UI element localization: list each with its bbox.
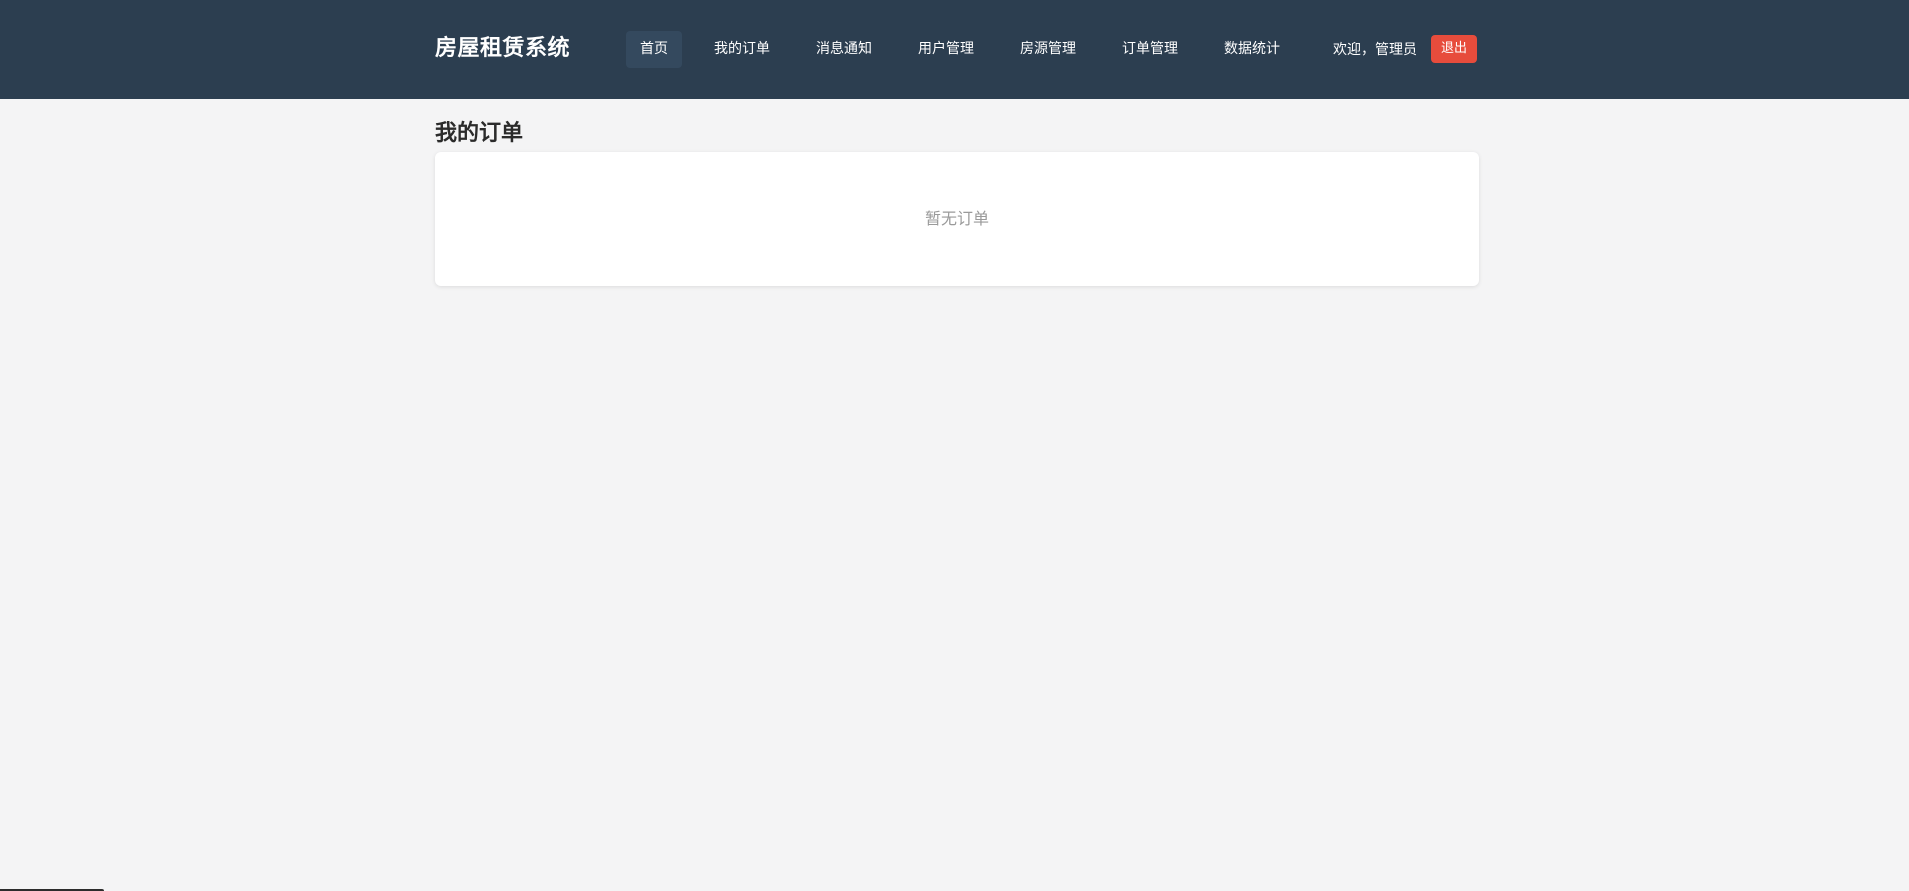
page-title: 我的订单: [435, 121, 524, 146]
main-nav: 首页 我的订单 消息通知 用户管理 房源管理 订单管理 数据统计: [626, 31, 1312, 68]
nav-item-order-management[interactable]: 订单管理: [1108, 31, 1192, 68]
empty-state-text: 暂无订单: [924, 209, 989, 228]
nav-item-statistics[interactable]: 数据统计: [1210, 31, 1294, 68]
user-area: 欢迎，管理员 退出: [1333, 35, 1477, 63]
nav-item-notifications[interactable]: 消息通知: [802, 31, 886, 68]
nav-item-my-orders[interactable]: 我的订单: [700, 31, 784, 68]
welcome-text: 欢迎，管理员: [1333, 42, 1417, 58]
nav-item-home[interactable]: 首页: [626, 31, 682, 68]
orders-card: 暂无订单: [435, 152, 1479, 286]
nav-item-user-management[interactable]: 用户管理: [904, 31, 988, 68]
nav-item-property-management[interactable]: 房源管理: [1006, 31, 1090, 68]
logout-button[interactable]: 退出: [1431, 35, 1477, 63]
top-navbar: 房屋租赁系统 首页 我的订单 消息通知 用户管理 房源管理 订单管理 数据统计 …: [0, 0, 1909, 99]
app-brand[interactable]: 房屋租赁系统: [435, 34, 570, 64]
